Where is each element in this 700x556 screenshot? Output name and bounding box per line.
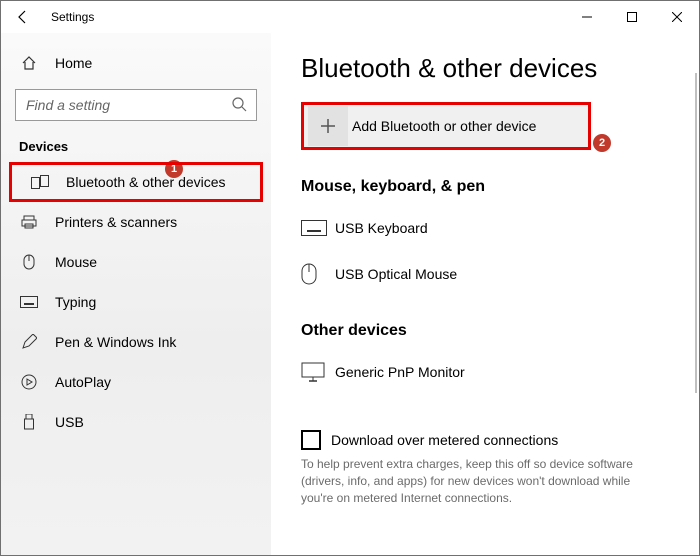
search-icon: [231, 96, 247, 115]
annotation-badge-2: 2: [593, 134, 611, 152]
metered-checkbox-row[interactable]: Download over metered connections: [301, 430, 669, 450]
device-row[interactable]: USB Optical Mouse: [301, 256, 669, 292]
scrollbar[interactable]: [695, 73, 697, 393]
nav-label: Mouse: [55, 254, 97, 270]
mouse-icon: [301, 263, 335, 285]
nav-usb[interactable]: USB: [1, 402, 271, 442]
printer-icon: [19, 214, 39, 230]
plus-icon: [320, 118, 336, 134]
device-label: USB Optical Mouse: [335, 266, 457, 282]
nav-label: Printers & scanners: [55, 214, 177, 230]
autoplay-icon: [19, 374, 39, 390]
plus-icon-box: [308, 106, 348, 146]
content-area: Bluetooth & other devices Add Bluetooth …: [271, 33, 699, 555]
device-label: USB Keyboard: [335, 220, 428, 236]
back-button[interactable]: [11, 5, 35, 29]
minimize-icon: [582, 12, 592, 22]
device-row[interactable]: USB Keyboard: [301, 210, 669, 246]
pen-icon: [19, 334, 39, 350]
nav-label: USB: [55, 414, 84, 430]
mouse-icon: [19, 254, 39, 270]
usb-icon: [19, 414, 39, 430]
bluetooth-devices-icon: [30, 175, 50, 189]
nav-label: AutoPlay: [55, 374, 111, 390]
sidebar-section-title: Devices: [1, 135, 271, 162]
maximize-icon: [627, 12, 637, 22]
titlebar: Settings: [1, 1, 699, 33]
close-icon: [672, 12, 682, 22]
search-input[interactable]: [15, 89, 257, 121]
maximize-button[interactable]: [609, 1, 654, 33]
nav-bluetooth-other-devices[interactable]: Bluetooth & other devices: [9, 162, 263, 202]
keyboard-icon: [301, 220, 335, 236]
add-device-button[interactable]: Add Bluetooth or other device: [301, 102, 591, 150]
device-label: Generic PnP Monitor: [335, 364, 465, 380]
home-icon: [19, 55, 39, 71]
nav-printers-scanners[interactable]: Printers & scanners: [1, 202, 271, 242]
keyboard-icon: [19, 296, 39, 308]
section-heading-other: Other devices: [301, 322, 669, 340]
section-heading-input: Mouse, keyboard, & pen: [301, 178, 669, 196]
page-title: Bluetooth & other devices: [301, 53, 669, 84]
home-label: Home: [55, 55, 92, 71]
monitor-icon: [301, 362, 335, 382]
minimize-button[interactable]: [564, 1, 609, 33]
home-link[interactable]: Home: [1, 43, 271, 83]
nav-label: Typing: [55, 294, 96, 310]
metered-checkbox-label: Download over metered connections: [331, 432, 558, 448]
sidebar: Home Devices 1 Bluetooth & other devices: [1, 33, 271, 555]
device-row[interactable]: Generic PnP Monitor: [301, 354, 669, 390]
nav-mouse[interactable]: Mouse: [1, 242, 271, 282]
nav-autoplay[interactable]: AutoPlay: [1, 362, 271, 402]
nav-label: Pen & Windows Ink: [55, 334, 176, 350]
arrow-left-icon: [15, 9, 31, 25]
window-title: Settings: [51, 10, 94, 24]
nav-pen-windows-ink[interactable]: Pen & Windows Ink: [1, 322, 271, 362]
close-button[interactable]: [654, 1, 699, 33]
metered-help-text: To help prevent extra charges, keep this…: [301, 456, 641, 506]
nav-typing[interactable]: Typing: [1, 282, 271, 322]
checkbox-unchecked-icon: [301, 430, 321, 450]
nav-label: Bluetooth & other devices: [66, 174, 226, 190]
add-device-label: Add Bluetooth or other device: [352, 118, 536, 134]
